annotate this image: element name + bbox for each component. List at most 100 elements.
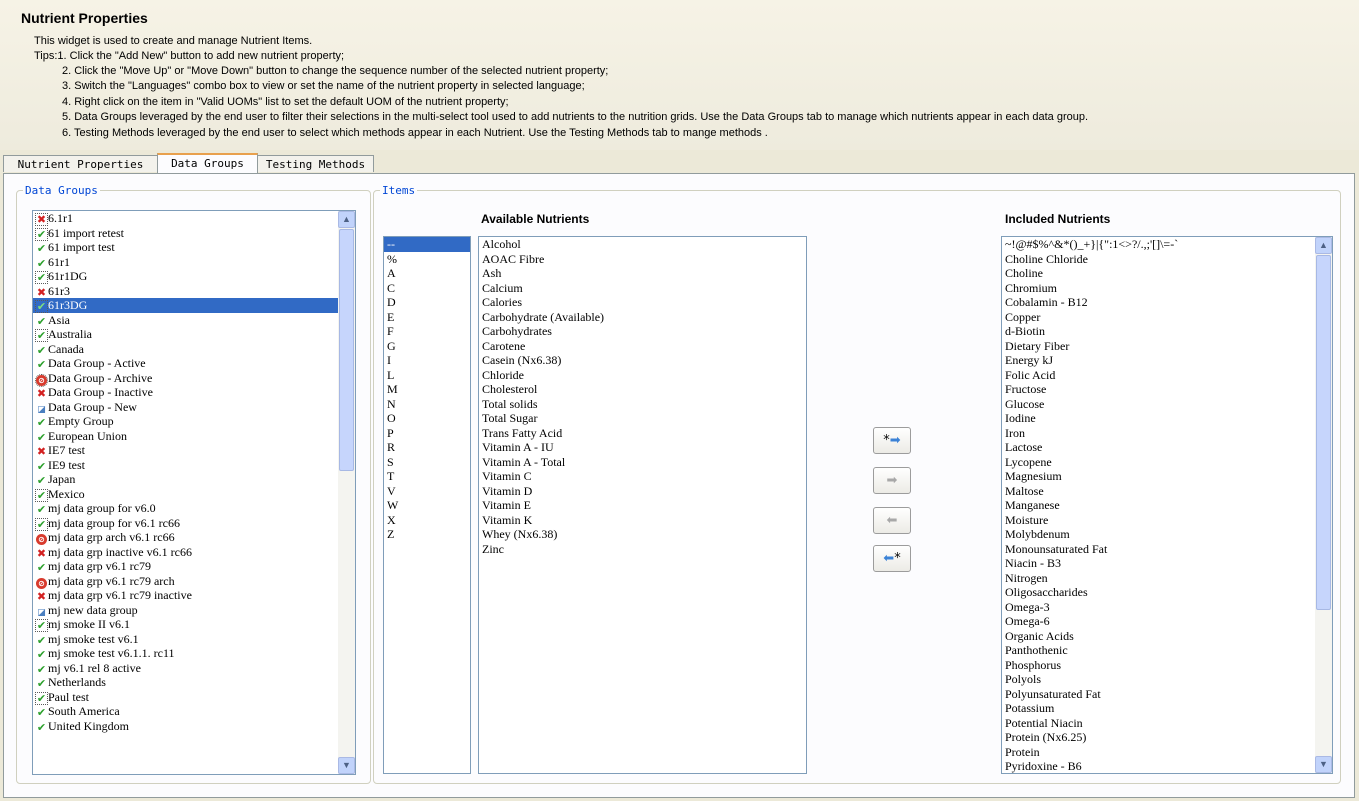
- included-nutrient-item[interactable]: Cobalamin - B12: [1002, 295, 1332, 310]
- available-nutrient-item[interactable]: Carbohydrates: [479, 324, 806, 339]
- letter-item[interactable]: O: [384, 411, 470, 426]
- available-nutrient-item[interactable]: Vitamin A - IU: [479, 440, 806, 455]
- letter-item[interactable]: --: [384, 237, 470, 252]
- included-nutrient-item[interactable]: Maltose: [1002, 484, 1332, 499]
- included-nutrient-item[interactable]: Panthothenic: [1002, 643, 1332, 658]
- available-nutrient-item[interactable]: Trans Fatty Acid: [479, 426, 806, 441]
- letter-item[interactable]: L: [384, 368, 470, 383]
- letter-item[interactable]: I: [384, 353, 470, 368]
- tab-nutrient-properties[interactable]: Nutrient Properties: [3, 155, 158, 172]
- letter-item[interactable]: A: [384, 266, 470, 281]
- list-item[interactable]: ✔ mj data group for v6.1 rc66: [33, 516, 355, 531]
- list-item[interactable]: ✔ mj smoke test v6.1: [33, 632, 355, 647]
- list-item[interactable]: ✖ 6.1r1: [33, 211, 355, 226]
- included-nutrient-item[interactable]: Magnesium: [1002, 469, 1332, 484]
- list-item[interactable]: ✔ Asia: [33, 313, 355, 328]
- list-item[interactable]: ✔ 61 import retest: [33, 226, 355, 241]
- list-item[interactable]: ✔ 61r1DG: [33, 269, 355, 284]
- included-nutrient-item[interactable]: Protein: [1002, 745, 1332, 760]
- list-item[interactable]: ✔ Empty Group: [33, 414, 355, 429]
- scroll-down-button[interactable]: ▼: [338, 757, 355, 774]
- letter-item[interactable]: C: [384, 281, 470, 296]
- list-item[interactable]: ⊘ Data Group - Archive: [33, 371, 355, 387]
- letter-item[interactable]: P: [384, 426, 470, 441]
- included-nutrient-item[interactable]: ~!@#$%^&*()_+}|{":1<>?/.,;'[]\=-`: [1002, 237, 1332, 252]
- list-item[interactable]: ⊘ mj data grp arch v6.1 rc66: [33, 530, 355, 545]
- included-nutrient-item[interactable]: Folic Acid: [1002, 368, 1332, 383]
- list-item[interactable]: ✔ United Kingdom: [33, 719, 355, 734]
- letter-item[interactable]: W: [384, 498, 470, 513]
- included-nutrient-item[interactable]: Phosphorus: [1002, 658, 1332, 673]
- letter-item[interactable]: %: [384, 252, 470, 267]
- tab-data-groups[interactable]: Data Groups: [157, 153, 258, 173]
- scroll-up-button[interactable]: ▲: [1315, 237, 1332, 254]
- included-nutrient-item[interactable]: d-Biotin: [1002, 324, 1332, 339]
- available-nutrient-item[interactable]: Vitamin A - Total: [479, 455, 806, 470]
- letter-item[interactable]: D: [384, 295, 470, 310]
- available-nutrient-item[interactable]: Total solids: [479, 397, 806, 412]
- included-nutrient-item[interactable]: Potential Niacin: [1002, 716, 1332, 731]
- available-nutrient-item[interactable]: Cholesterol: [479, 382, 806, 397]
- remove-all-button[interactable]: ⬅*: [873, 545, 911, 572]
- included-nutrient-item[interactable]: Iron: [1002, 426, 1332, 441]
- list-item[interactable]: ✔ Canada: [33, 342, 355, 357]
- included-nutrient-item[interactable]: Copper: [1002, 310, 1332, 325]
- remove-selected-button[interactable]: ⬅: [873, 507, 911, 534]
- available-nutrients-list[interactable]: Alcohol AOAC Fibre Ash Calcium Calories Carbo…: [478, 236, 807, 774]
- list-item[interactable]: ✔ mj data group for v6.0: [33, 501, 355, 516]
- letter-item[interactable]: X: [384, 513, 470, 528]
- included-nutrients-list[interactable]: ~!@#$%^&*()_+}|{":1<>?/.,;'[]\=-` Choline…: [1001, 236, 1333, 774]
- available-nutrient-item[interactable]: Casein (Nx6.38): [479, 353, 806, 368]
- scroll-up-button[interactable]: ▲: [338, 211, 355, 228]
- scroll-thumb[interactable]: [1316, 255, 1331, 610]
- scroll-thumb[interactable]: [339, 229, 354, 471]
- letter-item[interactable]: G: [384, 339, 470, 354]
- list-item[interactable]: ✔ Netherlands: [33, 675, 355, 690]
- letter-item[interactable]: V: [384, 484, 470, 499]
- list-item[interactable]: ✔ IE9 test: [33, 458, 355, 473]
- data-groups-scrollbar[interactable]: ▲ ▼: [338, 211, 355, 774]
- included-nutrient-item[interactable]: Pyridoxine - B6: [1002, 759, 1332, 773]
- included-nutrient-item[interactable]: Manganese: [1002, 498, 1332, 513]
- included-nutrient-item[interactable]: Chromium: [1002, 281, 1332, 296]
- letter-item[interactable]: R: [384, 440, 470, 455]
- included-nutrient-item[interactable]: Polyols: [1002, 672, 1332, 687]
- available-nutrient-item[interactable]: Chloride: [479, 368, 806, 383]
- included-nutrient-item[interactable]: Lycopene: [1002, 455, 1332, 470]
- list-item[interactable]: ⊘ mj data grp v6.1 rc79 arch: [33, 574, 355, 589]
- list-item[interactable]: ✖ mj data grp v6.1 rc79 inactive: [33, 588, 355, 603]
- included-nutrient-item[interactable]: Lactose: [1002, 440, 1332, 455]
- included-nutrient-item[interactable]: Moisture: [1002, 513, 1332, 528]
- add-selected-button[interactable]: ➡: [873, 467, 911, 494]
- included-nutrient-item[interactable]: Choline Chloride: [1002, 252, 1332, 267]
- included-nutrient-item[interactable]: Choline: [1002, 266, 1332, 281]
- letter-item[interactable]: Z: [384, 527, 470, 542]
- included-nutrient-item[interactable]: Protein (Nx6.25): [1002, 730, 1332, 745]
- list-item[interactable]: ✔ South America: [33, 704, 355, 719]
- included-nutrient-item[interactable]: Glucose: [1002, 397, 1332, 412]
- list-item[interactable]: ✖ Data Group - Inactive: [33, 385, 355, 400]
- included-nutrient-item[interactable]: Energy kJ: [1002, 353, 1332, 368]
- list-item[interactable]: ✔ mj data grp v6.1 rc79: [33, 559, 355, 574]
- letter-item[interactable]: N: [384, 397, 470, 412]
- list-item[interactable]: ✖ 61r3: [33, 284, 355, 299]
- available-nutrient-item[interactable]: Calories: [479, 295, 806, 310]
- available-nutrient-item[interactable]: AOAC Fibre: [479, 252, 806, 267]
- available-nutrient-item[interactable]: Carotene: [479, 339, 806, 354]
- letter-item[interactable]: T: [384, 469, 470, 484]
- list-item[interactable]: ✖ IE7 test: [33, 443, 355, 458]
- included-nutrient-item[interactable]: Monounsaturated Fat: [1002, 542, 1332, 557]
- list-item[interactable]: ✔ Japan: [33, 472, 355, 487]
- add-all-button[interactable]: *➡: [873, 427, 911, 454]
- scroll-down-button[interactable]: ▼: [1315, 756, 1332, 773]
- list-item[interactable]: ◪ mj new data group: [33, 603, 355, 618]
- available-nutrient-item[interactable]: Vitamin K: [479, 513, 806, 528]
- list-item[interactable]: ✔ Mexico: [33, 487, 355, 502]
- letter-item[interactable]: S: [384, 455, 470, 470]
- list-item[interactable]: ✔ Paul test: [33, 690, 355, 705]
- included-nutrient-item[interactable]: Niacin - B3: [1002, 556, 1332, 571]
- list-item[interactable]: ✔ Australia: [33, 327, 355, 342]
- letter-item[interactable]: E: [384, 310, 470, 325]
- letter-item[interactable]: M: [384, 382, 470, 397]
- available-nutrient-item[interactable]: Calcium: [479, 281, 806, 296]
